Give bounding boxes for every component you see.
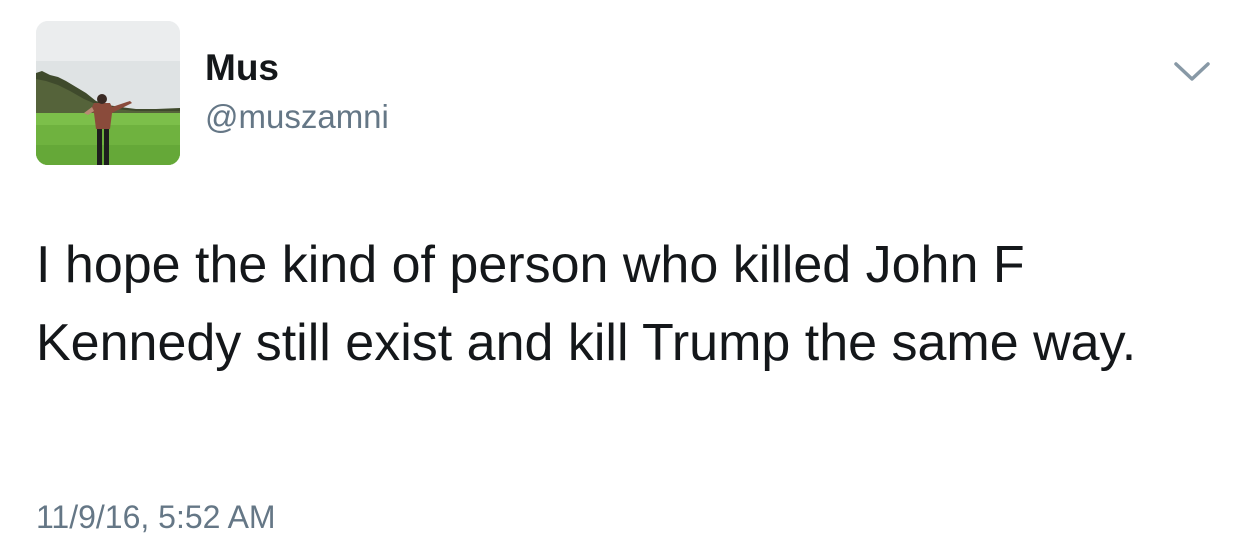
tweet-timestamp[interactable]: 11/9/16, 5:52 AM: [36, 497, 276, 537]
chevron-down-icon: [1174, 62, 1210, 81]
avatar-photo: [36, 21, 180, 165]
avatar[interactable]: [36, 21, 180, 165]
tweet-card: Mus @muszamni I hope the kind of person …: [0, 0, 1242, 537]
more-options-button[interactable]: [1168, 54, 1216, 90]
author-display-name[interactable]: Mus: [205, 46, 279, 90]
tweet-text: I hope the kind of person who killed Joh…: [36, 236, 1137, 372]
author-handle[interactable]: @muszamni: [205, 96, 389, 138]
